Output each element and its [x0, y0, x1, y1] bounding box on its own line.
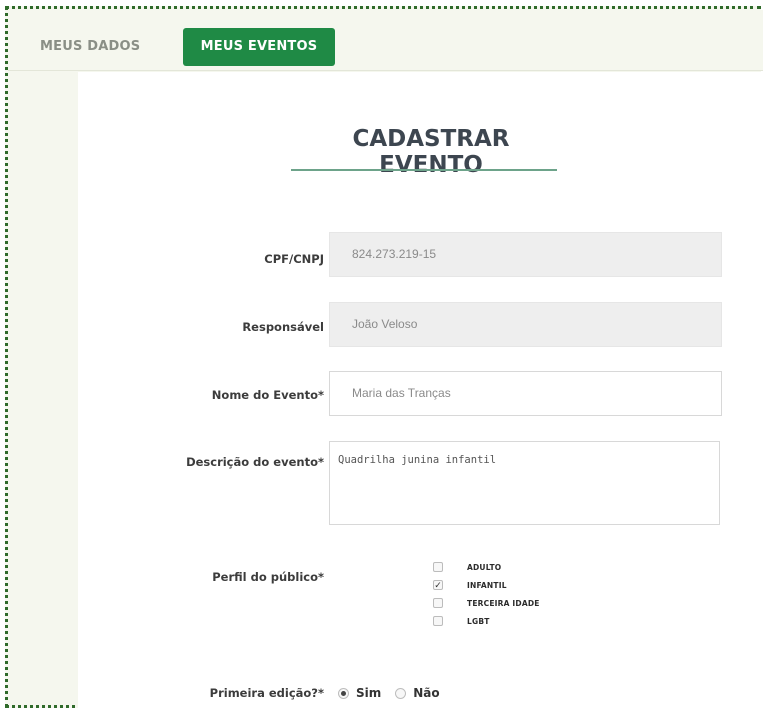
perfil-option-lgbt[interactable]: LGBT: [433, 613, 490, 629]
checkbox-label: INFANTIL: [467, 580, 507, 590]
checkbox-label: ADULTO: [467, 562, 502, 572]
primeira-edicao-label: Primeira edição?*: [209, 686, 324, 700]
title-underline: [291, 169, 557, 171]
checkbox-terceira-idade[interactable]: [433, 598, 443, 608]
perfil-option-adulto[interactable]: ADULTO: [433, 559, 501, 575]
cpf-field[interactable]: 824.273.219-15: [329, 232, 722, 277]
checkbox-infantil[interactable]: ✓: [433, 580, 443, 590]
primeira-edicao-radio-group: Sim Não: [338, 683, 440, 703]
responsavel-label: Responsável: [242, 320, 324, 334]
form-panel: CADASTRAR EVENTO CPF/CNPJ 824.273.219-15…: [78, 72, 763, 708]
radio-nao[interactable]: [395, 687, 407, 699]
radio-nao-label: Não: [413, 686, 440, 700]
tab-bar: MEUS DADOS MEUS EVENTOS: [8, 10, 763, 71]
perfil-label: Perfil do público*: [212, 570, 324, 584]
cpf-label: CPF/CNPJ: [264, 252, 324, 266]
descricao-textarea[interactable]: Quadrilha junina infantil: [329, 441, 720, 525]
nome-evento-label: Nome do Evento*: [211, 388, 324, 402]
checkbox-adulto[interactable]: [433, 562, 443, 572]
tab-meus-dados[interactable]: MEUS DADOS: [40, 28, 140, 66]
descricao-label: Descrição do evento*: [186, 455, 324, 469]
checkbox-label: LGBT: [467, 616, 490, 626]
tab-meus-eventos[interactable]: MEUS EVENTOS: [183, 28, 335, 66]
checkbox-lgbt[interactable]: [433, 616, 443, 626]
nome-evento-field[interactable]: Maria das Tranças: [329, 371, 722, 416]
perfil-option-infantil[interactable]: ✓ INFANTIL: [433, 577, 507, 593]
checkbox-label: TERCEIRA IDADE: [467, 598, 540, 608]
perfil-option-terceira-idade[interactable]: TERCEIRA IDADE: [433, 595, 540, 611]
radio-sim-label: Sim: [356, 686, 382, 700]
responsavel-field[interactable]: João Veloso: [329, 302, 722, 347]
radio-sim[interactable]: [338, 687, 349, 699]
